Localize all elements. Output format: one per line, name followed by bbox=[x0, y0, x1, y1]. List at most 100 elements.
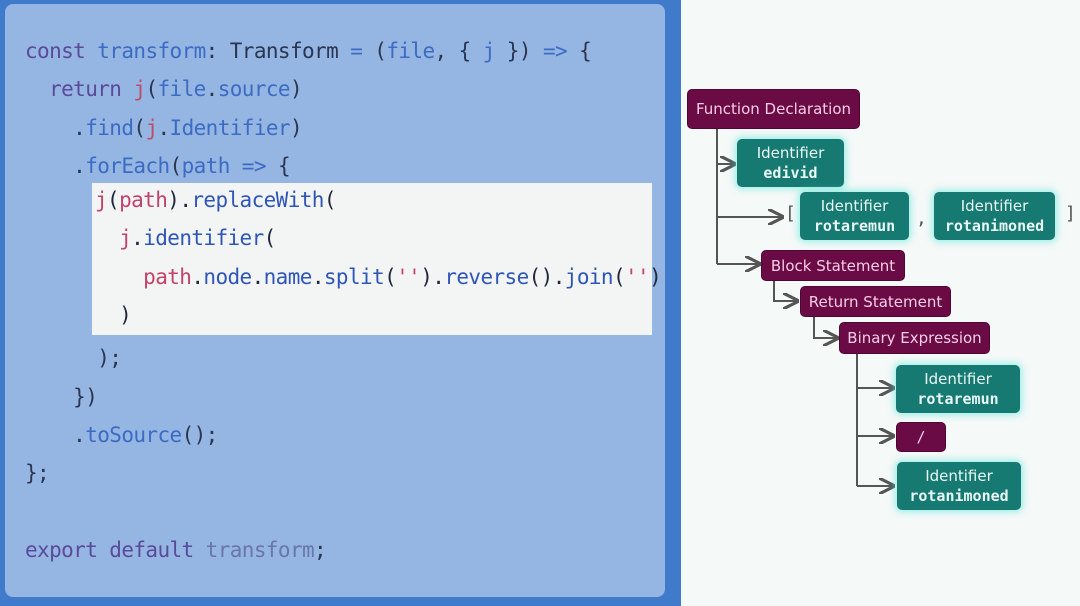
code-token: ); bbox=[25, 346, 122, 371]
node-type: Identifier bbox=[960, 197, 1029, 215]
node-name: rotaremun bbox=[917, 390, 999, 408]
code-token: }) bbox=[494, 39, 543, 63]
code-token: file bbox=[386, 39, 435, 63]
code-token: path bbox=[119, 188, 168, 212]
code-token: ) bbox=[95, 303, 132, 328]
identifier-node-right: Identifier rotanimoned bbox=[897, 462, 1021, 510]
code-token: . bbox=[157, 115, 171, 140]
binary-expression-node: Binary Expression bbox=[839, 322, 990, 354]
node-label: Function Declaration bbox=[695, 100, 852, 118]
code-token: (); bbox=[181, 423, 219, 447]
code-token: join bbox=[564, 264, 614, 289]
code-token: { bbox=[567, 39, 592, 63]
code-token: ) bbox=[289, 115, 303, 140]
operator-node: / bbox=[896, 422, 946, 452]
node-label: Block Statement bbox=[770, 256, 896, 275]
node-name: rotanimoned bbox=[909, 487, 1009, 505]
return-statement-node: Return Statement bbox=[800, 286, 951, 317]
code-token: return bbox=[25, 77, 134, 102]
identifier-node-id: Identifier edivid bbox=[737, 139, 844, 187]
code-token: replaceWith bbox=[191, 188, 324, 212]
params-open-bracket: [ bbox=[785, 203, 796, 224]
highlighted-code-block: j(path).replaceWith( j.identifier( path.… bbox=[92, 183, 662, 335]
code-token: . bbox=[205, 77, 219, 102]
code-token: j bbox=[95, 226, 132, 251]
code-line: }; bbox=[25, 459, 50, 487]
code-token: ( bbox=[107, 188, 120, 212]
code-token: ( bbox=[133, 115, 146, 140]
code-token: ( bbox=[384, 264, 397, 289]
code-token: '' bbox=[396, 264, 421, 289]
code-token: transform bbox=[97, 39, 206, 63]
code-token: ( bbox=[362, 39, 387, 63]
code-token: . bbox=[311, 264, 325, 289]
code-token: source bbox=[217, 77, 291, 102]
code-token: ) bbox=[649, 264, 662, 289]
identifier-node-param-1: Identifier rotaremun bbox=[800, 192, 909, 240]
code-line: .toSource(); bbox=[25, 421, 218, 449]
code-token: export default bbox=[25, 538, 206, 563]
code-token: file bbox=[157, 77, 206, 102]
code-token: { bbox=[265, 154, 291, 179]
code-token: Identifier bbox=[169, 115, 291, 140]
connector-return-binary bbox=[813, 317, 837, 338]
code-panel: j(path).replaceWith( j.identifier( path.… bbox=[5, 4, 665, 597]
code-token: . bbox=[131, 226, 144, 251]
code-token: . bbox=[25, 115, 86, 140]
code-token: ( bbox=[323, 188, 337, 212]
code-token: path bbox=[181, 154, 231, 179]
code-line: .forEach(path => { bbox=[25, 152, 290, 180]
highlighted-code-line: j(path).replaceWith( bbox=[95, 186, 337, 214]
function-declaration-node: Function Declaration bbox=[687, 89, 860, 129]
code-token: ). bbox=[167, 188, 192, 212]
node-label: Binary Expression bbox=[847, 329, 982, 347]
code-token: = bbox=[350, 39, 363, 63]
code-token: find bbox=[85, 115, 134, 140]
code-token: transform bbox=[205, 538, 315, 563]
highlighted-code-line: j.identifier( bbox=[95, 224, 276, 252]
code-token: j bbox=[482, 39, 496, 63]
highlighted-code-line: ) bbox=[95, 301, 132, 329]
code-token: ( bbox=[145, 77, 158, 102]
ast-diagram: Function Declaration Identifier edivid [… bbox=[681, 0, 1080, 606]
code-token: split bbox=[323, 264, 385, 289]
node-type: Identifier bbox=[820, 197, 889, 215]
code-token: toSource bbox=[85, 423, 182, 447]
code-token: => bbox=[229, 154, 267, 179]
code-token: const bbox=[25, 39, 98, 63]
code-token: (). bbox=[528, 264, 566, 289]
code-token: : Transform bbox=[205, 39, 351, 63]
code-token: forEach bbox=[85, 154, 170, 179]
connector-block-return bbox=[773, 280, 797, 301]
block-statement-node: Block Statement bbox=[761, 250, 905, 281]
code-line: return j(file.source) bbox=[25, 75, 303, 103]
code-token: j bbox=[145, 115, 158, 140]
code-token: node bbox=[203, 264, 252, 289]
code-token: . bbox=[25, 423, 86, 447]
node-name: rotaremun bbox=[813, 217, 896, 235]
code-token: }) bbox=[25, 384, 98, 409]
code-line: const transform: Transform = (file, { j … bbox=[25, 37, 592, 65]
code-token: j bbox=[133, 77, 146, 102]
identifier-node-param-2: Identifier rotanimoned bbox=[934, 192, 1055, 240]
code-token: '' bbox=[625, 264, 650, 289]
code-token: ; bbox=[314, 538, 327, 563]
code-token: j bbox=[95, 188, 108, 212]
code-token: ( bbox=[263, 226, 277, 251]
code-token: . bbox=[251, 264, 265, 289]
identifier-node-left: Identifier rotaremun bbox=[896, 365, 1020, 413]
code-token: ) bbox=[289, 77, 303, 102]
code-token: ( bbox=[169, 154, 183, 179]
highlighted-code-line: path.node.name.split('').reverse().join(… bbox=[95, 263, 662, 291]
code-token: ). bbox=[420, 264, 445, 289]
node-type: Identifier bbox=[924, 370, 992, 388]
code-line: export default transform; bbox=[25, 536, 327, 564]
node-name: rotanimoned bbox=[944, 217, 1045, 235]
code-token: identifier bbox=[143, 226, 264, 251]
code-token: . bbox=[25, 154, 86, 179]
code-frame: j(path).replaceWith( j.identifier( path.… bbox=[0, 0, 681, 606]
node-type: Identifier bbox=[756, 144, 825, 162]
code-token: name bbox=[263, 264, 313, 289]
code-token: . bbox=[191, 264, 204, 289]
node-label: / bbox=[916, 428, 926, 446]
